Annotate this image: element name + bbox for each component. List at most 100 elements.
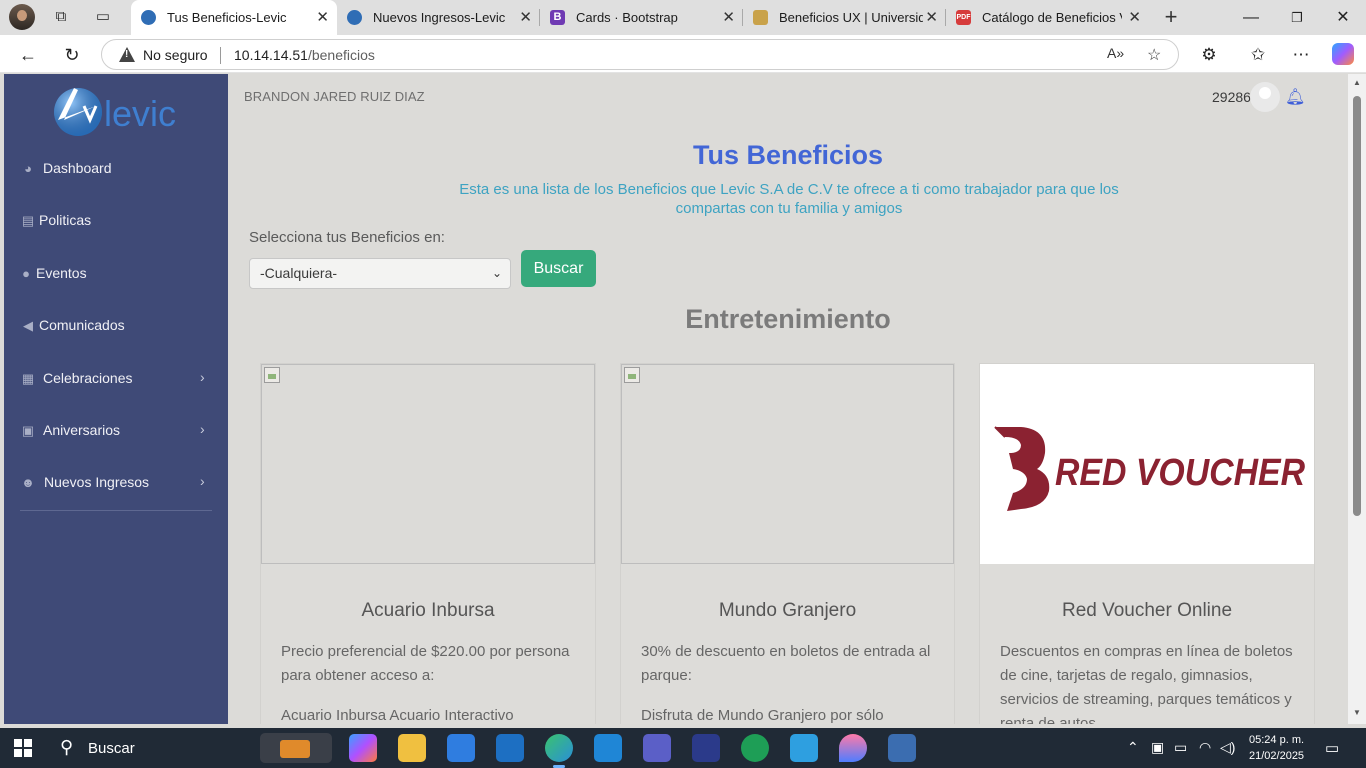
red-voucher-logo: RED VOUCHER xyxy=(994,426,1305,511)
close-tab-icon[interactable]: ✕ xyxy=(1128,0,1141,35)
restore-icon[interactable]: ❐ xyxy=(1274,0,1320,35)
back-icon[interactable]: ← xyxy=(17,44,39,66)
tab-catalogo-beneficios[interactable]: PDF Catálogo de Beneficios V.2 ✕ xyxy=(946,0,1149,35)
file-explorer-icon[interactable] xyxy=(398,734,426,762)
megaphone-icon: ◀ xyxy=(23,318,33,333)
wifi-icon[interactable]: ◠ xyxy=(1199,739,1211,756)
user-avatar[interactable] xyxy=(1250,82,1280,112)
ms-store-icon[interactable] xyxy=(447,734,475,762)
sidebar-item-nuevos-ingresos[interactable]: ☻ Nuevos Ingresos › xyxy=(4,463,228,503)
photos-icon[interactable] xyxy=(790,734,818,762)
close-tab-icon[interactable]: ✕ xyxy=(925,0,938,35)
sidebar-item-politicas[interactable]: ▤ Politicas xyxy=(4,201,228,241)
sidebar-item-dashboard[interactable]: ◕ Dashboard xyxy=(4,149,228,189)
workspaces-icon[interactable]: ⧉ xyxy=(52,8,70,26)
favorite-star-icon[interactable]: ☆ xyxy=(1147,45,1161,65)
chevron-right-icon: › xyxy=(200,421,205,437)
page-title: Tus Beneficios xyxy=(692,140,884,170)
university-favicon-icon xyxy=(753,10,768,25)
security-label[interactable]: No seguro xyxy=(143,47,208,63)
remote-desktop-icon[interactable] xyxy=(692,734,720,762)
gift-icon: ▦ xyxy=(21,371,35,386)
dashboard-icon: ◕ xyxy=(24,161,32,176)
copilot-icon[interactable] xyxy=(1332,43,1354,65)
benefit-card-acuario[interactable]: Acuario Inbursa Precio preferencial de $… xyxy=(260,363,596,724)
profile-avatar[interactable] xyxy=(9,4,35,30)
page-subtitle: Esta es una lista de los Beneficios que … xyxy=(459,181,1119,217)
tab-beneficios-ux[interactable]: Beneficios UX | Universidad ✕ xyxy=(743,0,946,35)
notifications-icon[interactable]: ▭ xyxy=(1325,739,1339,757)
tab-cards-bootstrap[interactable]: B Cards · Bootstrap ✕ xyxy=(540,0,743,35)
tab-tus-beneficios[interactable]: Tus Beneficios-Levic ✕ xyxy=(131,0,337,35)
benefit-card-red-voucher[interactable]: RED VOUCHER Red Voucher Online Descuento… xyxy=(979,363,1315,724)
new-tab-icon[interactable]: + xyxy=(1162,6,1180,28)
sidebar-item-eventos[interactable]: ● Eventos xyxy=(4,254,228,294)
read-aloud-icon[interactable]: A» xyxy=(1107,45,1124,61)
more-menu-icon[interactable]: ⋯ xyxy=(1290,44,1312,66)
battery-icon[interactable]: ▭ xyxy=(1174,739,1187,756)
card-text: 30% de descuento en boletos de entrada a… xyxy=(641,643,931,684)
close-tab-icon[interactable]: ✕ xyxy=(519,0,532,35)
address-bar[interactable]: No seguro 10.14.14.51/beneficios A» ☆ xyxy=(101,39,1179,70)
card-image xyxy=(261,364,595,564)
hs-app-icon[interactable] xyxy=(741,734,769,762)
clock-time: 05:24 p. m. xyxy=(1249,734,1305,746)
taskbar-search[interactable]: ⚲ Buscar xyxy=(48,728,248,768)
database-tool-icon[interactable] xyxy=(888,734,916,762)
sidebar-item-celebraciones[interactable]: ▦ Celebraciones › xyxy=(4,359,228,399)
category-select-value: -Cualquiera- xyxy=(260,265,338,281)
favorites-icon[interactable]: ✩ xyxy=(1247,44,1269,66)
reload-icon[interactable]: ↻ xyxy=(61,44,83,66)
sidebar-item-aniversarios[interactable]: ▣ Aniversarios › xyxy=(4,411,228,451)
widgets-icon[interactable] xyxy=(260,733,332,763)
paint-drop-icon[interactable] xyxy=(839,734,867,762)
scroll-up-icon[interactable]: ▲ xyxy=(1353,78,1361,87)
benefit-card-mundo-granjero[interactable]: Mundo Granjero 30% de descuento en bolet… xyxy=(620,363,955,724)
tray-app-icon[interactable]: ▣ xyxy=(1151,739,1164,756)
sidebar-item-label: Nuevos Ingresos xyxy=(44,474,150,490)
volume-icon[interactable]: ◁) xyxy=(1220,739,1235,756)
url-text[interactable]: 10.14.14.51/beneficios xyxy=(234,47,375,63)
tab-label: Catálogo de Beneficios V.2 xyxy=(982,10,1122,25)
filter-label: Selecciona tus Beneficios en: xyxy=(249,229,445,246)
scroll-down-icon[interactable]: ▼ xyxy=(1353,708,1361,717)
page-scrollbar[interactable]: ▲ ▼ xyxy=(1348,74,1366,724)
card-image xyxy=(621,364,954,564)
bell-icon[interactable]: 🔔︎ xyxy=(1285,87,1305,107)
category-select[interactable]: -Cualquiera- ⌄ xyxy=(249,258,511,289)
edge-icon[interactable] xyxy=(545,734,573,768)
card-text-extra: Disfruta de Mundo Granjero por sólo xyxy=(641,707,884,724)
close-tab-icon[interactable]: ✕ xyxy=(722,0,735,35)
outlook-icon[interactable] xyxy=(496,734,524,762)
sidebar-divider xyxy=(20,510,212,511)
browser-tabbar: ⧉ ▭ Tus Beneficios-Levic ✕ Nuevos Ingres… xyxy=(0,0,1366,35)
minimize-icon[interactable]: — xyxy=(1228,0,1274,35)
close-tab-icon[interactable]: ✕ xyxy=(316,0,329,35)
scrollbar-thumb[interactable] xyxy=(1353,96,1361,516)
vscode-icon[interactable] xyxy=(594,734,622,762)
search-icon: ⚲ xyxy=(60,737,74,757)
teams-icon[interactable] xyxy=(643,734,671,762)
section-title: Entretenimiento xyxy=(685,304,891,334)
copilot-taskbar-icon[interactable] xyxy=(349,734,377,762)
card-image: RED VOUCHER xyxy=(980,364,1314,564)
search-button[interactable]: Buscar xyxy=(521,250,596,287)
tab-nuevos-ingresos[interactable]: Nuevos Ingresos-Levic ✕ xyxy=(337,0,540,35)
taskbar-clock[interactable]: 05:24 p. m. 21/02/2025 xyxy=(1249,732,1304,764)
close-window-icon[interactable]: ✕ xyxy=(1320,0,1366,35)
windows-taskbar: ⚲ Buscar ⌃ ▣ ▭ ◠ ◁) 05:24 p. m. 21/02/20… xyxy=(0,728,1366,768)
broken-image-icon xyxy=(264,367,280,383)
document-icon: ▤ xyxy=(21,213,35,228)
pdf-favicon-icon: PDF xyxy=(956,10,971,25)
chevron-right-icon: › xyxy=(200,369,205,385)
warning-icon[interactable] xyxy=(119,47,135,62)
tray-overflow-icon[interactable]: ⌃ xyxy=(1127,739,1139,756)
tab-label: Beneficios UX | Universidad xyxy=(779,10,923,25)
extensions-icon[interactable]: ⚙ xyxy=(1198,44,1220,66)
svg-text:RED VOUCHER: RED VOUCHER xyxy=(1055,452,1305,494)
windows-start-icon[interactable] xyxy=(14,739,32,757)
tab-actions-icon[interactable]: ▭ xyxy=(94,8,112,26)
sidebar-item-comunicados[interactable]: ◀ Comunicados xyxy=(4,306,228,346)
sidebar-item-label: Aniversarios xyxy=(43,422,121,438)
levic-logo: levic xyxy=(54,88,176,136)
